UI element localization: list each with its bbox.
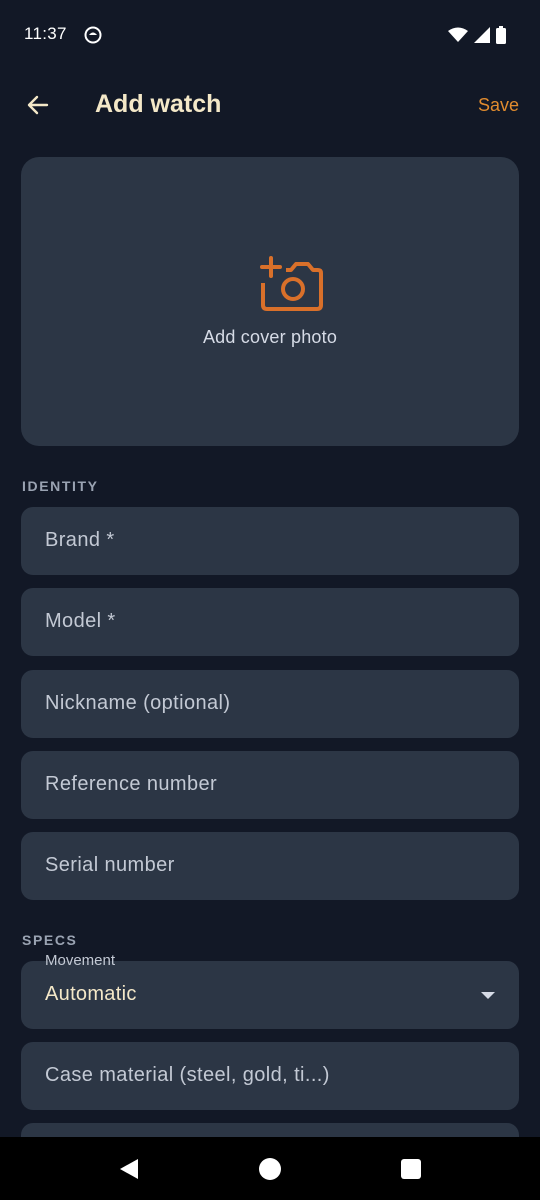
save-button[interactable]: Save	[478, 95, 519, 116]
status-icons	[448, 26, 506, 44]
section-header-identity: IDENTITY	[22, 478, 99, 494]
signal-icon	[474, 27, 490, 43]
reference-number-field[interactable]: Reference number	[21, 751, 519, 819]
serial-number-placeholder: Serial number	[45, 854, 175, 876]
triangle-back-icon	[120, 1159, 138, 1179]
nav-back-button[interactable]	[117, 1157, 141, 1181]
app-notification-icon	[84, 26, 102, 44]
battery-icon	[496, 26, 506, 44]
section-header-specs: SPECS	[22, 932, 78, 948]
square-recents-icon	[401, 1159, 421, 1179]
app-bar: Add watch Save	[0, 70, 540, 140]
add-photo-icon	[260, 256, 323, 311]
next-field-partial[interactable]	[21, 1123, 519, 1137]
model-placeholder: Model *	[45, 610, 116, 632]
brand-placeholder: Brand *	[45, 529, 115, 551]
dropdown-arrow-icon	[481, 992, 495, 999]
movement-value: Automatic	[45, 983, 137, 1005]
nav-home-button[interactable]	[258, 1157, 282, 1181]
status-time: 11:37	[24, 24, 67, 43]
page-title: Add watch	[95, 90, 222, 118]
back-button[interactable]	[20, 87, 56, 123]
movement-label: Movement	[45, 952, 116, 969]
case-material-field[interactable]: Case material (steel, gold, ti...)	[21, 1042, 519, 1110]
nickname-field[interactable]: Nickname (optional)	[21, 670, 519, 738]
brand-field[interactable]: Brand *	[21, 507, 519, 575]
model-field[interactable]: Model *	[21, 588, 519, 656]
reference-number-placeholder: Reference number	[45, 773, 218, 795]
wifi-icon	[448, 27, 468, 42]
movement-dropdown[interactable]: Automatic	[21, 961, 519, 1029]
circle-home-icon	[259, 1158, 281, 1180]
status-bar: 11:37	[0, 0, 540, 70]
system-nav-bar	[0, 1137, 540, 1200]
cover-photo-label: Add cover photo	[202, 327, 338, 347]
serial-number-field[interactable]: Serial number	[21, 832, 519, 900]
arrow-left-icon	[27, 95, 49, 115]
nickname-placeholder: Nickname (optional)	[45, 692, 231, 714]
add-cover-photo-button[interactable]: Add cover photo	[21, 157, 519, 446]
nav-recents-button[interactable]	[399, 1157, 423, 1181]
case-material-placeholder: Case material (steel, gold, ti...)	[45, 1064, 330, 1086]
